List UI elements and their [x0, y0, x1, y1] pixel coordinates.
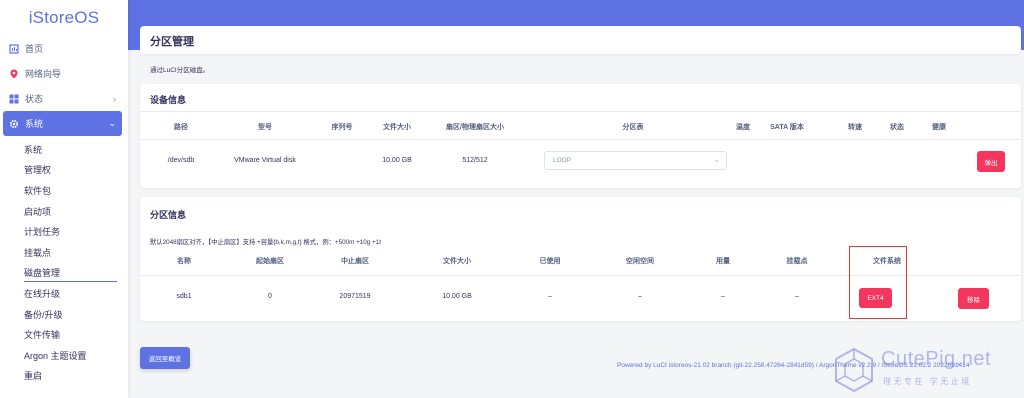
col-header: 已使用: [539, 258, 561, 265]
device-path: /dev/sdb: [167, 157, 195, 164]
col-header: 用量: [716, 258, 730, 265]
divider: [140, 111, 1021, 112]
sidebar-item-label: 首页: [25, 44, 44, 54]
chevron-right-icon: ›: [113, 93, 116, 104]
col-header: 挂载点: [786, 258, 808, 265]
sidebar-subitem-crontab[interactable]: 计划任务: [0, 221, 128, 242]
back-to-overview-button[interactable]: 返回至概览: [140, 347, 190, 369]
partition-alignment-note: 默认2048扇区对齐，【中止扇区】支持 +容量{b,k,m,g,t} 格式，例：…: [150, 239, 381, 246]
partition-info-heading: 分区信息: [150, 210, 187, 220]
partition-free: –: [638, 293, 642, 300]
chevron-down-icon: ⌄: [108, 118, 116, 128]
sidebar-item-system[interactable]: 系统 ⌄: [3, 111, 122, 136]
col-header: 状态: [890, 124, 904, 131]
sidebar-item-wizard[interactable]: 网络向导: [0, 61, 128, 86]
grid-icon: [9, 94, 19, 104]
eject-button[interactable]: 弹出: [977, 151, 1005, 172]
filesystem-ext4-button[interactable]: EXT4: [859, 288, 892, 308]
page-title: 分区管理: [150, 36, 194, 48]
sidebar: iStoreOS 首页 网络向导 状态 › 系统 ⌄ 系统 管理权 软件包 启动…: [0, 0, 128, 398]
col-header: 起始扇区: [256, 258, 284, 265]
watermark: CutePig.net 理无专在 学无止境: [832, 344, 1024, 398]
sidebar-item-label: 状态: [25, 94, 44, 104]
cube-logo-icon: [835, 347, 873, 393]
page-description: 通过LuCI分区磁盘。: [150, 67, 210, 74]
device-info-card: 设备信息 路径 型号 序列号 文件大小 扇区/物理扇区大小 分区表 温度 SAT…: [140, 84, 1021, 188]
partition-start: 0: [268, 293, 272, 300]
col-header: 空闲空间: [626, 258, 654, 265]
partition-table-select[interactable]: LOOP ⌄: [544, 151, 727, 170]
device-size: 10.00 GB: [382, 157, 412, 164]
sidebar-subitem-upgrade-online[interactable]: 在线升级: [0, 283, 128, 304]
partition-used: –: [548, 293, 552, 300]
sidebar-subitem-packages[interactable]: 软件包: [0, 180, 128, 201]
watermark-name: CutePig.net: [881, 348, 992, 370]
col-header: 温度: [736, 124, 750, 131]
col-header: 中止扇区: [341, 258, 369, 265]
page-title-card: 分区管理: [140, 26, 1021, 54]
device-sector-size: 512/512: [462, 157, 488, 164]
sidebar-subitem-reboot[interactable]: 重启: [0, 366, 128, 387]
col-header: 文件大小: [443, 258, 471, 265]
watermark-slogan: 理无专在 学无止境: [883, 377, 972, 386]
wizard-icon: [9, 69, 19, 79]
brand-logo[interactable]: iStoreOS: [0, 0, 128, 36]
device-info-heading: 设备信息: [150, 95, 187, 105]
sidebar-subitem-mounts[interactable]: 挂载点: [0, 242, 128, 263]
sidebar-subitem-argon-settings[interactable]: Argon 主题设置: [0, 345, 128, 366]
col-header: 健康: [932, 124, 946, 131]
col-header: 序列号: [331, 124, 353, 131]
col-header: 转速: [848, 124, 862, 131]
sidebar-item-label: 系统: [25, 119, 44, 129]
sidebar-subitem-disk-manager[interactable]: 磁盘管理: [0, 263, 128, 284]
partition-size: 10.00 GB: [442, 293, 472, 300]
sidebar-item-label: 网络向导: [25, 69, 62, 79]
divider: [140, 139, 1021, 140]
col-header: 分区表: [622, 124, 644, 131]
sidebar-item-home[interactable]: 首页: [0, 36, 128, 61]
remove-partition-button[interactable]: 移除: [958, 288, 989, 309]
partition-name: sdb1: [176, 293, 192, 300]
col-header: 文件大小: [383, 124, 411, 131]
home-icon: [9, 43, 19, 54]
col-header: SATA 版本: [770, 124, 804, 131]
col-header: 型号: [258, 124, 272, 131]
col-header: 扇区/物理扇区大小: [446, 124, 504, 131]
partition-end: 20971519: [339, 293, 371, 300]
partition-table-value: LOOP: [553, 157, 572, 164]
col-header: 名称: [177, 258, 191, 265]
sidebar-subitem-backup[interactable]: 备份/升级: [0, 304, 128, 325]
sidebar-item-status[interactable]: 状态 ›: [0, 86, 128, 111]
sidebar-subitem-system[interactable]: 系统: [0, 139, 128, 160]
chevron-down-icon: ⌄: [713, 155, 720, 164]
col-header: 路径: [174, 124, 188, 131]
gear-icon: [9, 119, 19, 129]
sidebar-subitem-file-transfer[interactable]: 文件传输: [0, 324, 128, 345]
partition-usage: –: [721, 293, 725, 300]
partition-mount: –: [795, 293, 799, 300]
sidebar-subitem-admin[interactable]: 管理权: [0, 160, 128, 181]
filesystem-highlight-box: [849, 246, 907, 319]
partition-info-card: 分区信息 默认2048扇区对齐，【中止扇区】支持 +容量{b,k,m,g,t} …: [140, 197, 1021, 321]
sidebar-subitem-startup[interactable]: 启动项: [0, 201, 128, 222]
device-model: VMware Virtual disk: [234, 157, 296, 164]
main-content: 分区管理 通过LuCI分区磁盘。 设备信息 路径 型号 序列号 文件大小 扇区/…: [128, 0, 1024, 398]
